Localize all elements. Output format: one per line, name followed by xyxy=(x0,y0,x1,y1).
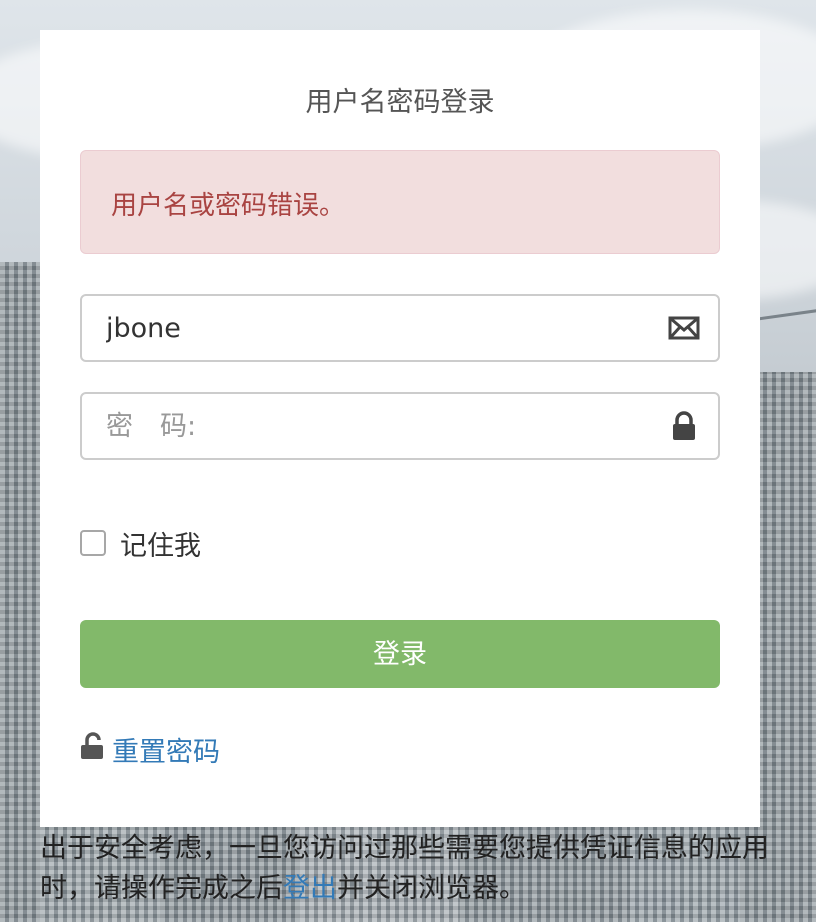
login-button[interactable]: 登录 xyxy=(80,620,720,688)
unlock-icon xyxy=(81,732,103,759)
username-input[interactable] xyxy=(82,296,666,360)
reset-password-link[interactable]: 重置密码 xyxy=(112,730,220,769)
remember-checkbox[interactable] xyxy=(80,530,106,556)
login-card: 用户名密码登录 用户名或密码错误。 记住我 登录 重置密码 xyxy=(40,30,760,827)
security-notice: 出于安全考虑，一旦您访问过那些需要您提供凭证信息的应用时，请操作完成之后登出并关… xyxy=(40,829,780,909)
logout-link[interactable]: 登出 xyxy=(283,873,337,904)
password-input[interactable] xyxy=(82,394,666,458)
error-message: 用户名或密码错误。 xyxy=(111,191,346,221)
remember-label: 记住我 xyxy=(120,531,201,562)
error-alert: 用户名或密码错误。 xyxy=(80,150,720,254)
username-field[interactable] xyxy=(80,294,720,362)
lock-icon xyxy=(673,411,695,440)
envelope-icon xyxy=(668,316,700,340)
notice-text-after: 并关闭浏览器。 xyxy=(337,873,526,904)
login-title: 用户名密码登录 xyxy=(305,87,495,118)
password-field[interactable] xyxy=(80,392,720,460)
